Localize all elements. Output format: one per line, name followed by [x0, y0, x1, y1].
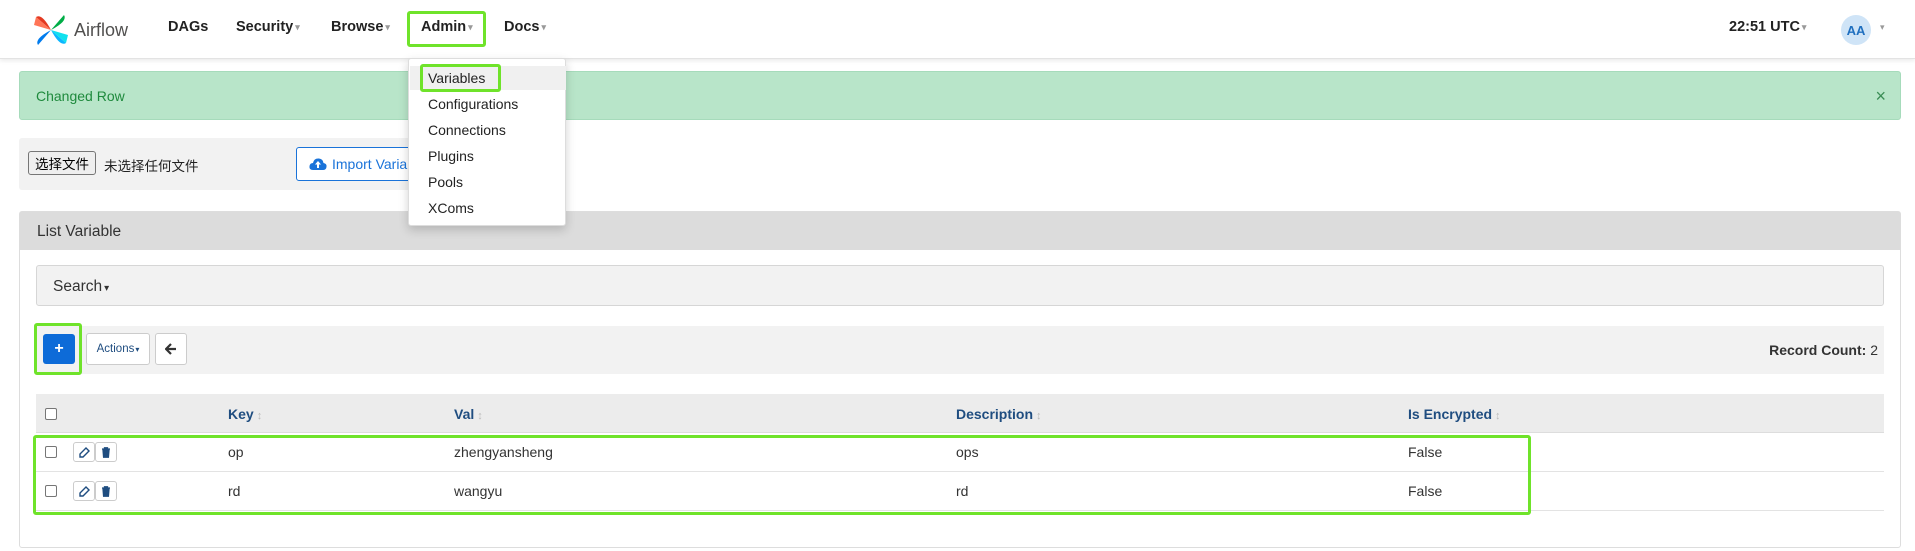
caret-down-icon: ▾ [385, 21, 390, 32]
nav-security[interactable]: Security ▾ [236, 19, 300, 35]
column-is-encrypted-label: Is Encrypted [1408, 406, 1493, 422]
nav-admin[interactable]: Admin ▾ [421, 19, 473, 35]
user-avatar[interactable]: AA [1841, 15, 1871, 45]
column-val-label: Val [454, 406, 475, 422]
actions-label: Actions [96, 343, 135, 355]
record-count-label: Record Count: [1769, 342, 1867, 358]
time-label: 22:51 UTC [1729, 19, 1800, 35]
top-navbar: Airflow DAGs Security ▾ Browse ▾ Admin ▾ Do… [0, 0, 1915, 59]
actions-dropdown-button[interactable]: Actions ▾ [86, 333, 150, 365]
list-variable-panel: List Variable Search ▾ + Actions ▾ Record … [19, 211, 1901, 548]
caret-down-icon: ▾ [135, 344, 140, 354]
caret-down-icon: ▾ [295, 21, 300, 32]
caret-down-icon: ▾ [104, 283, 110, 294]
search-dropdown[interactable]: Search ▾ [36, 265, 1884, 306]
column-val[interactable]: Val ↕ [454, 406, 483, 422]
arrow-left-icon [165, 343, 176, 355]
airflow-pinwheel-icon [34, 15, 68, 45]
nav-docs-label: Docs [504, 19, 540, 35]
panel-title: List Variable [37, 223, 122, 240]
nav-docs[interactable]: Docs ▾ [504, 19, 546, 35]
sort-icon: ↕ [1495, 410, 1501, 422]
avatar-initials: AA [1846, 22, 1866, 38]
admin-dropdown-menu: Variables Configurations Connections Plu… [408, 58, 566, 226]
caret-down-icon: ▾ [1801, 21, 1807, 32]
nav-browse[interactable]: Browse ▾ [331, 19, 390, 35]
brand-logo-link[interactable]: Airflow [32, 8, 128, 52]
list-toolbar: + Actions ▾ Record Count: 2 [34, 323, 1884, 375]
search-label: Search ▾ [53, 278, 109, 296]
brand-name: Airflow [74, 19, 129, 40]
menu-item-connections[interactable]: Connections [428, 122, 506, 138]
panel-header: List Variable [20, 212, 1900, 250]
column-is-encrypted[interactable]: Is Encrypted ↕ [1408, 406, 1501, 422]
column-description-label: Description [956, 406, 1034, 422]
choose-file-button[interactable]: 选择文件 [28, 151, 96, 175]
caret-down-icon: ▾ [468, 21, 473, 32]
menu-item-xcoms[interactable]: XComs [428, 200, 474, 216]
nav-browse-label: Browse [331, 19, 384, 35]
menu-item-pools[interactable]: Pools [428, 174, 463, 190]
table-header: Key ↕ Val ↕ Description ↕ Is Encrypted ↕ [36, 394, 1884, 433]
record-count: Record Count: 2 [1769, 342, 1878, 358]
sort-icon: ↕ [1036, 410, 1042, 422]
rows-highlight-box [33, 435, 1531, 515]
time-display[interactable]: 22:51 UTC ▾ [1729, 19, 1806, 35]
record-count-value: 2 [1870, 342, 1878, 358]
nav-security-label: Security [236, 19, 294, 35]
caret-down-icon: ▾ [541, 21, 546, 32]
menu-item-variables[interactable]: Variables [428, 70, 485, 86]
caret-down-icon: ▾ [1880, 22, 1885, 32]
alert-message: Changed Row [36, 88, 125, 104]
search-label-text: Search [53, 278, 103, 295]
back-button[interactable] [155, 333, 187, 365]
cloud-upload-icon [309, 158, 327, 170]
file-status-text: 未选择任何文件 [104, 159, 199, 174]
column-key[interactable]: Key ↕ [228, 406, 262, 422]
alert-close-icon[interactable]: × [1875, 86, 1886, 107]
add-record-button[interactable]: + [43, 334, 75, 364]
column-key-label: Key [228, 406, 254, 422]
column-description[interactable]: Description ↕ [956, 406, 1042, 422]
sort-icon: ↕ [477, 410, 483, 422]
nav-dags-label: DAGs [168, 19, 209, 35]
menu-item-configurations[interactable]: Configurations [428, 96, 518, 112]
nav-admin-label: Admin [421, 19, 467, 35]
success-alert: Changed Row × [19, 71, 1901, 120]
menu-item-plugins[interactable]: Plugins [428, 148, 474, 164]
sort-icon: ↕ [256, 410, 263, 422]
select-all-checkbox[interactable] [45, 408, 57, 420]
nav-dags[interactable]: DAGs [168, 19, 208, 35]
